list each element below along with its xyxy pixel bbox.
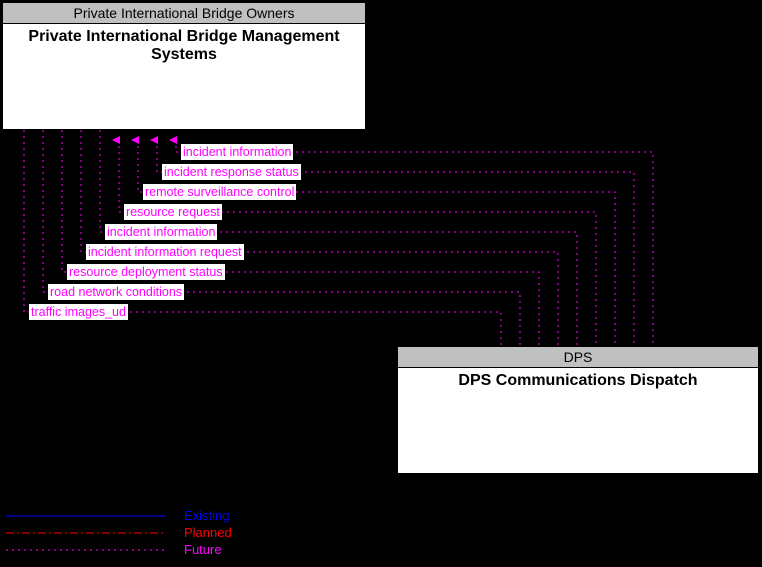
node-header: Private International Bridge Owners <box>3 3 365 24</box>
legend-label: Future <box>184 542 222 557</box>
flow-label: resource deployment status <box>67 264 225 280</box>
flow-label: incident response status <box>162 164 301 180</box>
flow-label: road network conditions <box>48 284 184 300</box>
flow-label: resource request <box>124 204 222 220</box>
legend-label: Existing <box>184 508 230 523</box>
legend-existing: Existing <box>0 508 232 523</box>
legend-planned: Planned <box>0 525 232 540</box>
flow-label: incident information <box>105 224 217 240</box>
node-title: DPS Communications Dispatch <box>398 368 758 390</box>
legend: Existing Planned Future <box>0 508 232 559</box>
node-title: Private International Bridge Management … <box>3 24 365 64</box>
node-header: DPS <box>398 347 758 368</box>
node-dps[interactable]: DPS DPS Communications Dispatch <box>397 346 759 474</box>
flow-label: remote surveillance control <box>143 184 296 200</box>
node-private-bridge[interactable]: Private International Bridge Owners Priv… <box>2 2 366 130</box>
legend-future: Future <box>0 542 232 557</box>
flow-label: incident information <box>181 144 293 160</box>
flow-label: incident information request <box>86 244 244 260</box>
legend-label: Planned <box>184 525 232 540</box>
flow-label: traffic images_ud <box>29 304 128 320</box>
